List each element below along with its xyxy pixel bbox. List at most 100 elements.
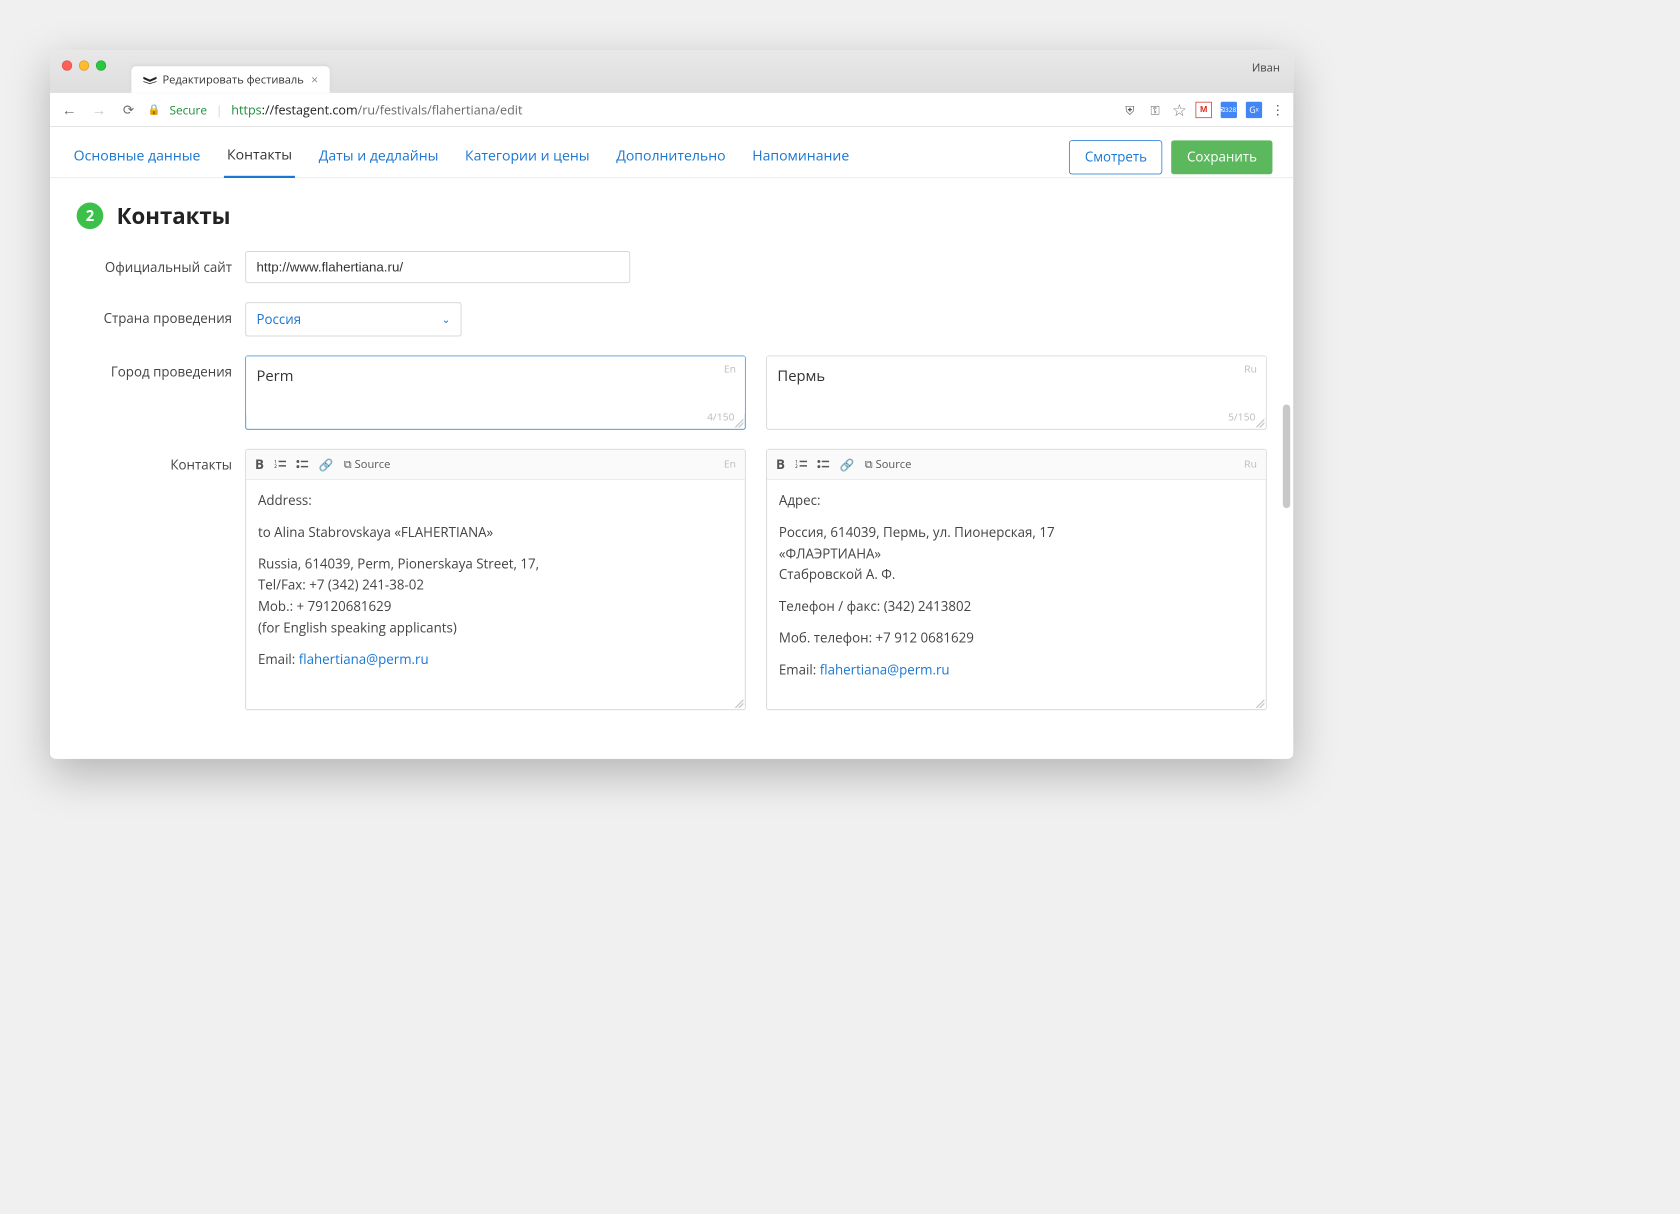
row-contacts: Контакты B 12 🔗 ⧉ Source En Addr: [77, 449, 1267, 710]
divider: |: [216, 101, 223, 117]
window-controls: [62, 60, 106, 70]
city-ru-wrap: Ru 5/150: [766, 356, 1266, 430]
rte-toolbar: B 12 🔗 ⧉ Source: [246, 450, 745, 480]
tab-basic[interactable]: Основные данные: [71, 138, 204, 176]
reload-button[interactable]: ⟳: [118, 101, 139, 119]
section-title: Контакты: [117, 200, 231, 230]
action-buttons: Смотреть Сохранить: [1069, 140, 1272, 174]
bold-button[interactable]: B: [255, 456, 264, 474]
contacts-ru-editor: B 12 🔗 ⧉ Source Ru Адрес: Россия, 614039…: [766, 449, 1266, 710]
resize-handle[interactable]: [1255, 419, 1264, 428]
city-en-input[interactable]: [246, 356, 745, 414]
browser-tab[interactable]: Редактировать фестиваль ×: [131, 66, 329, 93]
mail-badge[interactable]: 3287: [1221, 101, 1237, 117]
rte-toolbar: B 12 🔗 ⧉ Source: [767, 450, 1266, 480]
tab-additional[interactable]: Дополнительно: [613, 138, 728, 176]
kebab-menu-icon[interactable]: ⋮: [1271, 101, 1284, 119]
translate-icon[interactable]: Gx: [1246, 101, 1262, 117]
city-en-counter: 4/150: [707, 410, 734, 424]
unordered-list-button[interactable]: [817, 459, 829, 469]
label-city: Город проведения: [77, 356, 232, 381]
url-path: /ru/festivals/flahertiana/edit: [358, 101, 523, 118]
lang-badge-en: En: [724, 362, 736, 376]
adblock-icon[interactable]: ⛨: [1122, 101, 1138, 117]
source-button[interactable]: ⧉ Source: [344, 457, 391, 472]
tab-dates[interactable]: Даты и дедлайны: [316, 138, 442, 176]
browser-tab-title: Редактировать фестиваль: [162, 72, 303, 87]
contacts-en-editor: B 12 🔗 ⧉ Source En Address: to Alina Sta…: [245, 449, 745, 710]
secure-label: Secure: [169, 101, 207, 117]
text-line: Адрес:: [779, 490, 1254, 511]
text-block: Россия, 614039, Пермь, ул. Пионерская, 1…: [779, 522, 1254, 586]
ordered-list-button[interactable]: 12: [274, 459, 286, 469]
resize-handle[interactable]: [735, 699, 744, 708]
unordered-list-button[interactable]: [296, 459, 308, 469]
svg-text:2: 2: [274, 464, 277, 469]
city-ru-counter: 5/150: [1228, 410, 1255, 424]
tab-contacts[interactable]: Контакты: [224, 137, 295, 178]
text-line: Телефон / факс: (342) 2413802: [779, 596, 1254, 617]
tab-categories[interactable]: Категории и цены: [462, 138, 592, 176]
url-protocol: https: [231, 101, 261, 118]
source-icon: ⧉: [865, 457, 873, 472]
resize-handle[interactable]: [735, 419, 744, 428]
tab-reminder[interactable]: Напоминание: [749, 138, 852, 176]
view-button[interactable]: Смотреть: [1069, 140, 1162, 174]
edit-tabs: Основные данные Контакты Даты и дедлайны…: [50, 127, 1293, 178]
source-icon: ⧉: [344, 457, 352, 472]
city-en-wrap: En 4/150: [245, 356, 745, 430]
forward-button: →: [88, 100, 109, 120]
email-link[interactable]: flahertiana@perm.ru: [820, 661, 950, 679]
key-icon[interactable]: ⚿: [1147, 101, 1163, 117]
minimize-window-button[interactable]: [79, 60, 89, 70]
label-country: Страна проведения: [77, 302, 232, 327]
back-button[interactable]: ←: [59, 100, 80, 120]
text-line: Address:: [258, 490, 733, 511]
link-button[interactable]: 🔗: [840, 456, 855, 472]
svg-text:2: 2: [795, 464, 798, 469]
close-window-button[interactable]: [62, 60, 72, 70]
country-value: Россия: [256, 310, 301, 328]
url-host: ://festagent.com: [262, 101, 358, 118]
browser-window: Редактировать фестиваль × Иван ← → ⟳ 🔒 S…: [50, 50, 1293, 759]
label-site: Официальный сайт: [77, 251, 232, 276]
resize-handle[interactable]: [1255, 699, 1264, 708]
window-titlebar: Редактировать фестиваль × Иван: [50, 50, 1293, 93]
site-input[interactable]: [245, 251, 630, 283]
text-line: Моб. телефон: +7 912 0681629: [779, 628, 1254, 649]
scrollbar-thumb[interactable]: [1283, 404, 1290, 508]
bold-button[interactable]: B: [776, 456, 785, 474]
row-site: Официальный сайт: [77, 251, 1267, 283]
url-field[interactable]: https://festagent.com/ru/festivals/flahe…: [231, 101, 1113, 118]
profile-name[interactable]: Иван: [1252, 60, 1280, 75]
lang-badge-en: En: [724, 457, 736, 471]
text-line: Email: flahertiana@perm.ru: [258, 649, 733, 670]
save-button[interactable]: Сохранить: [1171, 140, 1272, 174]
section-header: 2 Контакты: [77, 200, 1267, 230]
gmail-icon[interactable]: M: [1196, 101, 1212, 117]
address-bar: ← → ⟳ 🔒 Secure | https://festagent.com/r…: [50, 93, 1293, 127]
maximize-window-button[interactable]: [96, 60, 106, 70]
form-body: 2 Контакты Официальный сайт Страна прове…: [50, 178, 1293, 759]
step-number-badge: 2: [77, 202, 104, 229]
city-ru-input[interactable]: [767, 356, 1266, 414]
site-favicon: [143, 77, 155, 83]
email-link[interactable]: flahertiana@perm.ru: [299, 651, 429, 669]
country-select[interactable]: Россия ⌄: [245, 302, 461, 336]
lock-icon: 🔒: [148, 103, 161, 117]
ordered-list-button[interactable]: 12: [795, 459, 807, 469]
contacts-ru-body[interactable]: Адрес: Россия, 614039, Пермь, ул. Пионер…: [767, 480, 1266, 709]
extension-icons: ⛨ ⚿ ☆ M 3287 Gx ⋮: [1122, 98, 1285, 120]
contacts-en-body[interactable]: Address: to Alina Stabrovskaya «FLAHERTI…: [246, 480, 745, 699]
chevron-down-icon: ⌄: [442, 312, 451, 326]
source-button[interactable]: ⧉ Source: [865, 457, 912, 472]
text-line: Email: flahertiana@perm.ru: [779, 660, 1254, 681]
row-city: Город проведения En 4/150 Ru 5/150: [77, 356, 1267, 430]
row-country: Страна проведения Россия ⌄: [77, 302, 1267, 336]
link-button[interactable]: 🔗: [319, 456, 334, 472]
lang-badge-ru: Ru: [1244, 457, 1257, 471]
close-tab-icon[interactable]: ×: [311, 71, 318, 87]
lang-badge-ru: Ru: [1244, 362, 1257, 376]
page-content: Основные данные Контакты Даты и дедлайны…: [50, 127, 1293, 759]
bookmark-star-icon[interactable]: ☆: [1172, 98, 1187, 120]
